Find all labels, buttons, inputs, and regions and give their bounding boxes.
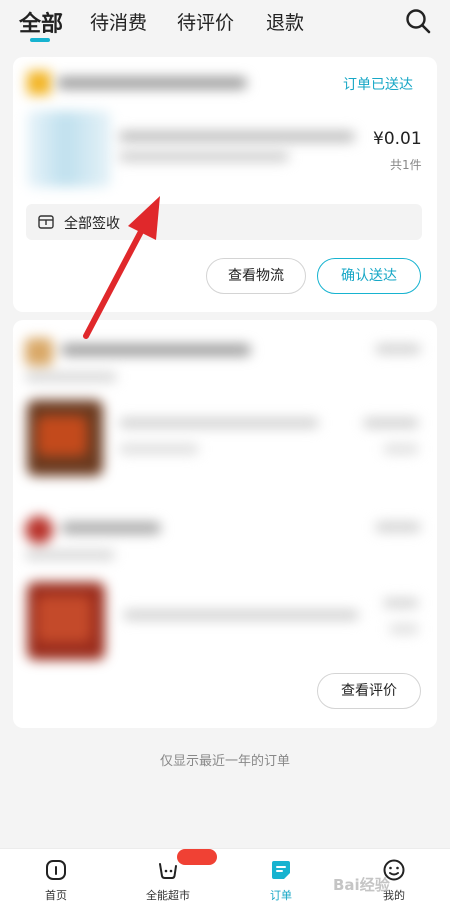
order-icon — [272, 861, 290, 879]
basket-icon — [159, 863, 177, 879]
product-title-blurred — [119, 131, 355, 142]
top-tab-bar: 全部 待消费 待评价 退款 — [0, 0, 450, 48]
order-item-count: 共1件 — [390, 158, 422, 172]
search-icon — [406, 9, 431, 34]
view-logistics-button[interactable]: 查看物流 — [206, 258, 306, 294]
confirm-delivery-button[interactable]: 确认送达 — [317, 258, 421, 294]
tab-to-review[interactable]: 待评价 — [177, 8, 234, 35]
order-price: ¥0.01 — [373, 129, 422, 149]
watermark: Bai经验 — [333, 876, 390, 894]
nav-orders[interactable]: 订单 — [236, 849, 326, 909]
nav-home[interactable]: 首页 — [11, 849, 101, 909]
active-tab-indicator — [30, 38, 50, 42]
order-card[interactable]: 查看评价 — [13, 320, 437, 728]
promo-badge — [177, 849, 217, 865]
product-spec-blurred — [119, 151, 289, 162]
sign-status-row[interactable]: 全部签收 — [26, 204, 422, 240]
home-icon — [46, 860, 66, 880]
product-thumbnail[interactable] — [27, 111, 111, 187]
tab-to-consume[interactable]: 待消费 — [90, 8, 147, 35]
store-logo — [27, 71, 51, 95]
history-range-note: 仅显示最近一年的订单 — [159, 754, 290, 769]
order-card[interactable]: 订单已送达 ¥0.01 共1件 全部签收 查看物流 确认送达 — [13, 57, 437, 312]
order-status: 订单已送达 — [343, 77, 413, 93]
blurred-order-content — [13, 320, 437, 660]
sign-status-label: 全部签收 — [64, 216, 120, 232]
nav-home-label: 首页 — [45, 889, 67, 902]
search-button[interactable] — [404, 7, 432, 35]
nav-orders-label: 订单 — [270, 889, 292, 902]
tab-refund[interactable]: 退款 — [266, 8, 304, 35]
view-review-button[interactable]: 查看评价 — [317, 673, 421, 709]
tab-all[interactable]: 全部 — [19, 6, 63, 38]
package-icon — [38, 215, 54, 229]
nav-supermarket[interactable]: 全能超市 — [123, 849, 217, 909]
store-name-blurred[interactable] — [57, 77, 247, 89]
nav-supermarket-label: 全能超市 — [146, 889, 190, 902]
